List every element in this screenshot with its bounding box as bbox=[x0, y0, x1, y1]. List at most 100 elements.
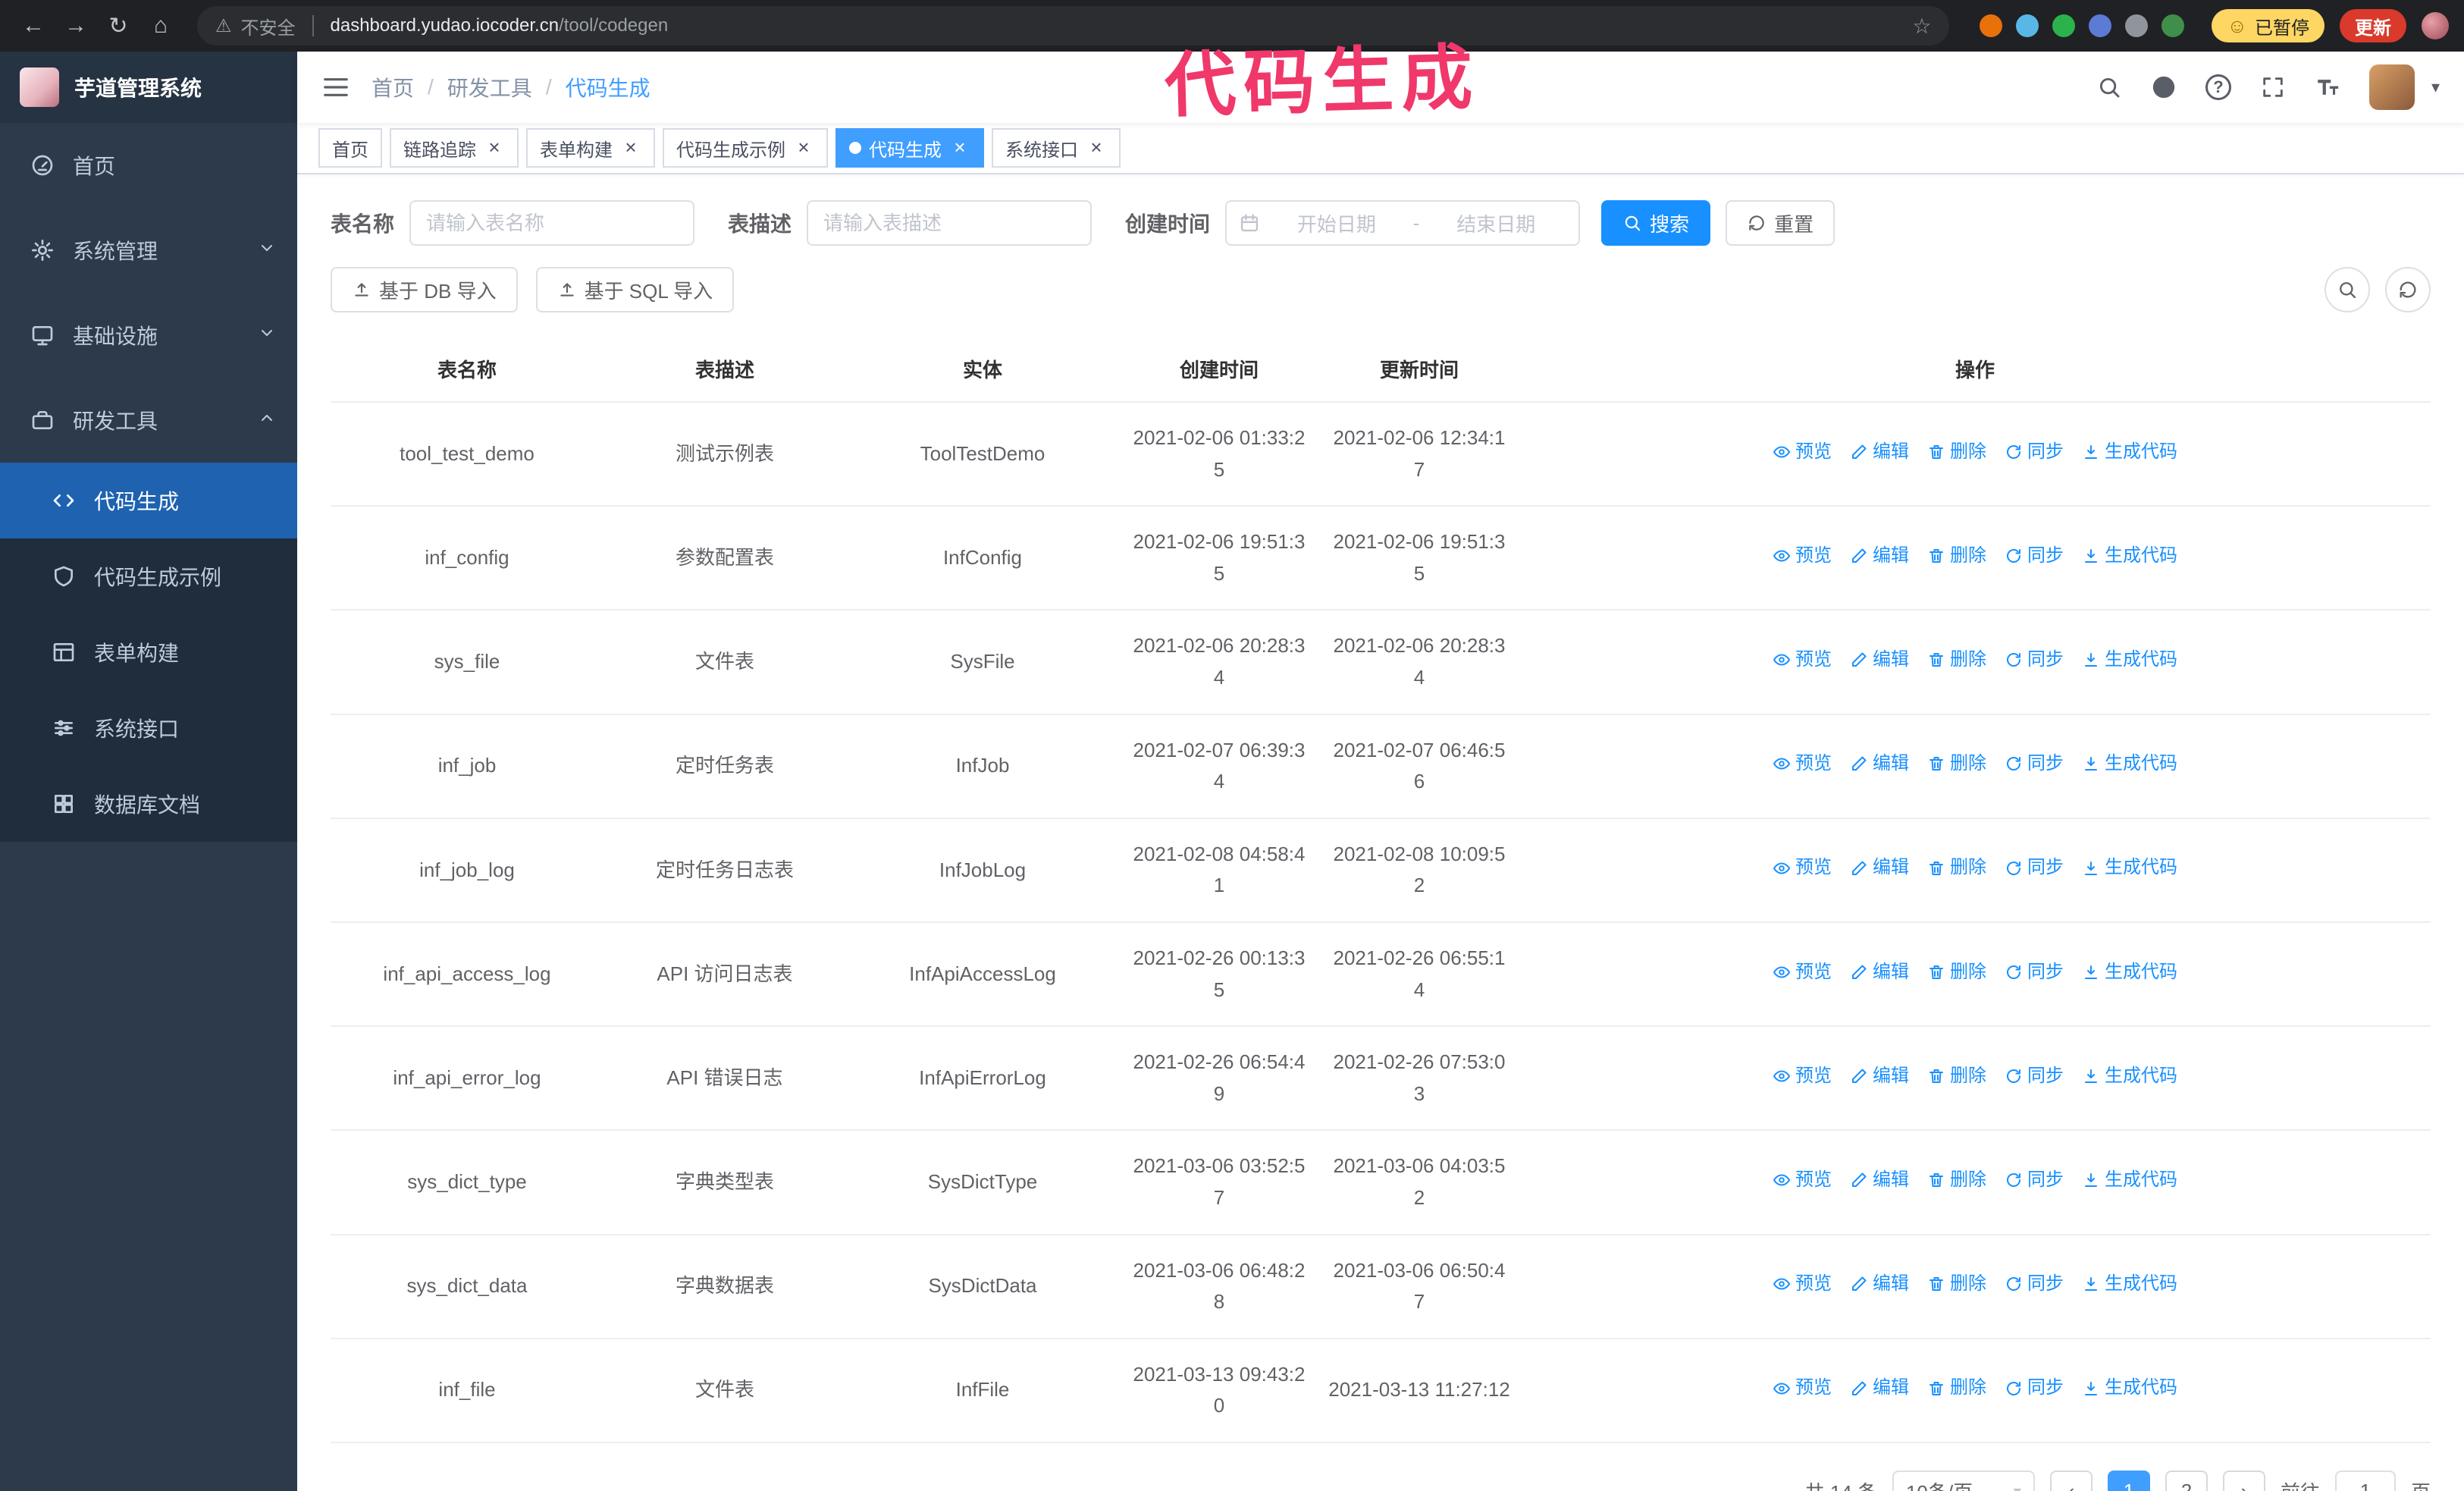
close-icon[interactable]: × bbox=[620, 137, 641, 159]
sidebar-item-codegen[interactable]: 代码生成 bbox=[0, 463, 297, 538]
preview-action[interactable]: 预览 bbox=[1773, 1373, 1832, 1402]
tab-home[interactable]: 首页 bbox=[318, 128, 382, 168]
preview-action[interactable]: 预览 bbox=[1773, 645, 1832, 674]
user-avatar[interactable] bbox=[2368, 64, 2415, 110]
edit-action[interactable]: 编辑 bbox=[1850, 749, 1909, 778]
sync-action[interactable]: 同步 bbox=[2005, 958, 2064, 987]
sync-action[interactable]: 同步 bbox=[2005, 749, 2064, 778]
delete-action[interactable]: 删除 bbox=[1927, 1166, 1986, 1194]
page-size-select[interactable]: 10条/页 ▾ bbox=[1892, 1470, 2035, 1491]
update-button[interactable]: 更新 bbox=[2340, 9, 2406, 42]
generate-code-action[interactable]: 生成代码 bbox=[2082, 1373, 2177, 1402]
delete-action[interactable]: 删除 bbox=[1927, 1062, 1986, 1091]
fox-extension-icon[interactable] bbox=[1980, 14, 2003, 37]
preview-action[interactable]: 预览 bbox=[1773, 541, 1832, 570]
edit-action[interactable]: 编辑 bbox=[1850, 1166, 1909, 1194]
close-icon[interactable]: × bbox=[484, 137, 505, 159]
card-extension-icon[interactable] bbox=[2125, 14, 2149, 37]
tab-api[interactable]: 系统接口 × bbox=[992, 128, 1121, 168]
delete-action[interactable]: 删除 bbox=[1927, 749, 1986, 778]
close-icon[interactable]: × bbox=[949, 137, 970, 159]
edit-action[interactable]: 编辑 bbox=[1850, 1373, 1909, 1402]
generate-code-action[interactable]: 生成代码 bbox=[2082, 645, 2177, 674]
search-icon[interactable] bbox=[2096, 74, 2122, 100]
sync-action[interactable]: 同步 bbox=[2005, 1062, 2064, 1091]
sync-action[interactable]: 同步 bbox=[2005, 645, 2064, 674]
toggle-search-button[interactable] bbox=[2324, 267, 2370, 312]
page-button-1[interactable]: 1 bbox=[2107, 1470, 2150, 1491]
tab-form-build[interactable]: 表单构建 × bbox=[526, 128, 655, 168]
preview-action[interactable]: 预览 bbox=[1773, 1270, 1832, 1298]
sync-action[interactable]: 同步 bbox=[2005, 1270, 2064, 1298]
sidebar-item-system[interactable]: 系统管理 bbox=[0, 208, 297, 293]
delete-action[interactable]: 删除 bbox=[1927, 1270, 1986, 1298]
app-logo[interactable]: 芋道管理系统 bbox=[0, 52, 297, 123]
edit-action[interactable]: 编辑 bbox=[1850, 438, 1909, 466]
drop-extension-icon[interactable] bbox=[2016, 14, 2039, 37]
breadcrumb-devtools[interactable]: 研发工具 bbox=[447, 72, 532, 102]
leaf-extension-icon[interactable] bbox=[2161, 14, 2185, 37]
close-icon[interactable]: × bbox=[1086, 137, 1107, 159]
bookmark-star-icon[interactable]: ☆ bbox=[1912, 14, 1931, 39]
table-name-input[interactable] bbox=[409, 200, 695, 246]
sync-action[interactable]: 同步 bbox=[2005, 1166, 2064, 1194]
preview-action[interactable]: 预览 bbox=[1773, 853, 1832, 882]
generate-code-action[interactable]: 生成代码 bbox=[2082, 1062, 2177, 1091]
sidebar-item-api[interactable]: 系统接口 bbox=[0, 690, 297, 766]
close-icon[interactable]: × bbox=[793, 137, 814, 159]
delete-action[interactable]: 删除 bbox=[1927, 645, 1986, 674]
delete-action[interactable]: 删除 bbox=[1927, 541, 1986, 570]
generate-code-action[interactable]: 生成代码 bbox=[2082, 541, 2177, 570]
import-sql-button[interactable]: 基于 SQL 导入 bbox=[535, 267, 735, 312]
table-desc-input[interactable] bbox=[807, 200, 1092, 246]
generate-code-action[interactable]: 生成代码 bbox=[2082, 853, 2177, 882]
search-button[interactable]: 搜索 bbox=[1601, 200, 1711, 246]
generate-code-action[interactable]: 生成代码 bbox=[2082, 438, 2177, 466]
generate-code-action[interactable]: 生成代码 bbox=[2082, 1166, 2177, 1194]
font-size-icon[interactable] bbox=[2315, 74, 2340, 100]
sidebar-item-codegen-demo[interactable]: 代码生成示例 bbox=[0, 538, 297, 614]
preview-action[interactable]: 预览 bbox=[1773, 958, 1832, 987]
hamburger-icon[interactable] bbox=[321, 73, 350, 102]
tab-trace[interactable]: 链路追踪 × bbox=[390, 128, 519, 168]
delete-action[interactable]: 删除 bbox=[1927, 1373, 1986, 1402]
generate-code-action[interactable]: 生成代码 bbox=[2082, 1270, 2177, 1298]
sync-action[interactable]: 同步 bbox=[2005, 541, 2064, 570]
preview-action[interactable]: 预览 bbox=[1773, 1166, 1832, 1194]
sync-action[interactable]: 同步 bbox=[2005, 853, 2064, 882]
import-db-button[interactable]: 基于 DB 导入 bbox=[331, 267, 518, 312]
prev-page-button[interactable]: ‹ bbox=[2049, 1470, 2093, 1491]
generate-code-action[interactable]: 生成代码 bbox=[2082, 749, 2177, 778]
next-page-button[interactable]: › bbox=[2222, 1470, 2265, 1491]
sidebar-item-infra[interactable]: 基础设施 bbox=[0, 293, 297, 378]
sync-action[interactable]: 同步 bbox=[2005, 1373, 2064, 1402]
check-extension-icon[interactable] bbox=[2052, 14, 2076, 37]
tab-codegen[interactable]: 代码生成 × bbox=[835, 128, 984, 168]
edit-action[interactable]: 编辑 bbox=[1850, 645, 1909, 674]
breadcrumb-home[interactable]: 首页 bbox=[371, 72, 414, 102]
people-extension-icon[interactable] bbox=[2089, 14, 2112, 37]
edit-action[interactable]: 编辑 bbox=[1850, 541, 1909, 570]
browser-profile-avatar[interactable] bbox=[2422, 12, 2449, 39]
fullscreen-icon[interactable] bbox=[2260, 74, 2286, 100]
back-button[interactable]: ← bbox=[15, 8, 52, 44]
date-range-picker[interactable]: 开始日期 - 结束日期 bbox=[1225, 200, 1581, 246]
github-icon[interactable] bbox=[2151, 74, 2177, 100]
sidebar-item-home[interactable]: 首页 bbox=[0, 123, 297, 208]
delete-action[interactable]: 删除 bbox=[1927, 438, 1986, 466]
sidebar-item-devtools[interactable]: 研发工具 bbox=[0, 378, 297, 463]
sidebar-item-form-build[interactable]: 表单构建 bbox=[0, 614, 297, 690]
preview-action[interactable]: 预览 bbox=[1773, 438, 1832, 466]
sidebar-item-db-doc[interactable]: 数据库文档 bbox=[0, 766, 297, 842]
reset-button[interactable]: 重置 bbox=[1726, 200, 1835, 246]
tab-codegen-demo[interactable]: 代码生成示例 × bbox=[663, 128, 828, 168]
refresh-table-button[interactable] bbox=[2385, 267, 2431, 312]
home-button[interactable]: ⌂ bbox=[143, 8, 179, 44]
edit-action[interactable]: 编辑 bbox=[1850, 1062, 1909, 1091]
delete-action[interactable]: 删除 bbox=[1927, 958, 1986, 987]
delete-action[interactable]: 删除 bbox=[1927, 853, 1986, 882]
preview-action[interactable]: 预览 bbox=[1773, 749, 1832, 778]
goto-page-input[interactable] bbox=[2334, 1470, 2396, 1491]
reload-button[interactable]: ↻ bbox=[100, 8, 136, 44]
chevron-down-icon[interactable]: ▾ bbox=[2431, 77, 2440, 97]
